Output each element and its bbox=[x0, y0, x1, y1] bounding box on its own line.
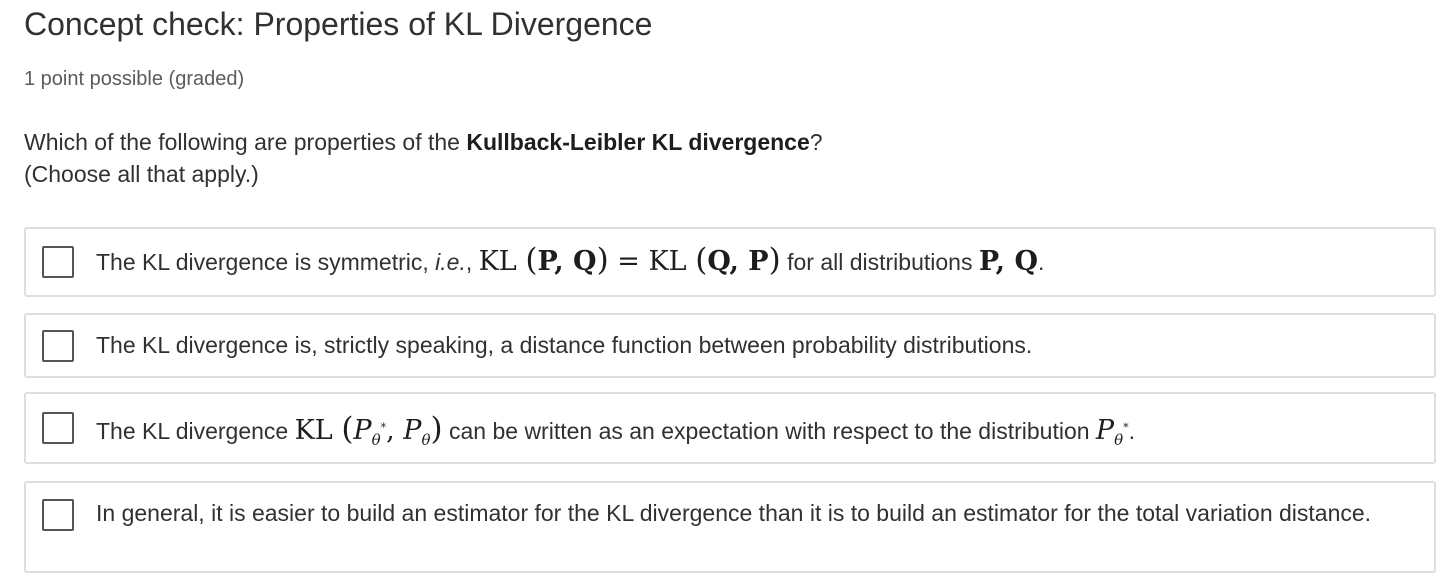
choice-2-label: The KL divergence is, strictly speaking,… bbox=[96, 332, 1033, 358]
math-kl-theta: KL (Pθ*, Pθ) bbox=[294, 411, 443, 450]
choice-3-label: The KL divergence KL (Pθ*, Pθ) can be wr… bbox=[96, 411, 1136, 450]
math-kl-qp: KL (Q, P) bbox=[648, 242, 781, 278]
question-prompt: Which of the following are properties of… bbox=[24, 126, 823, 190]
choice-4-label: In general, it is easier to build an est… bbox=[96, 500, 1372, 526]
choice-1-checkbox[interactable] bbox=[42, 246, 74, 278]
problem-title: Concept check: Properties of KL Divergen… bbox=[24, 6, 653, 42]
prompt-bold-term: Kullback-Leibler KL divergence bbox=[466, 129, 810, 155]
math-kl-pq: KL (P, Q) bbox=[478, 242, 609, 278]
choice-3-checkbox[interactable] bbox=[42, 412, 74, 444]
math-p-theta-star: Pθ* bbox=[1095, 415, 1129, 449]
points-possible: 1 point possible (graded) bbox=[24, 68, 245, 90]
choice-1-label: The KL divergence is symmetric, i.e., KL… bbox=[96, 242, 1045, 278]
choice-option-4[interactable]: In general, it is easier to build an est… bbox=[24, 481, 1436, 573]
prompt-end: ? bbox=[809, 129, 823, 155]
choice-option-1[interactable]: The KL divergence is symmetric, i.e., KL… bbox=[24, 227, 1436, 297]
choice-2-checkbox[interactable] bbox=[42, 330, 74, 362]
choice-option-3[interactable]: The KL divergence KL (Pθ*, Pθ) can be wr… bbox=[24, 392, 1436, 464]
math-distributions: P, Q bbox=[978, 246, 1038, 277]
choice-option-2[interactable]: The KL divergence is, strictly speaking,… bbox=[24, 313, 1436, 378]
prompt-text: Which of the following are properties of… bbox=[24, 129, 467, 155]
choice-4-checkbox[interactable] bbox=[42, 499, 74, 531]
prompt-instructions: (Choose all that apply.) bbox=[24, 161, 259, 187]
